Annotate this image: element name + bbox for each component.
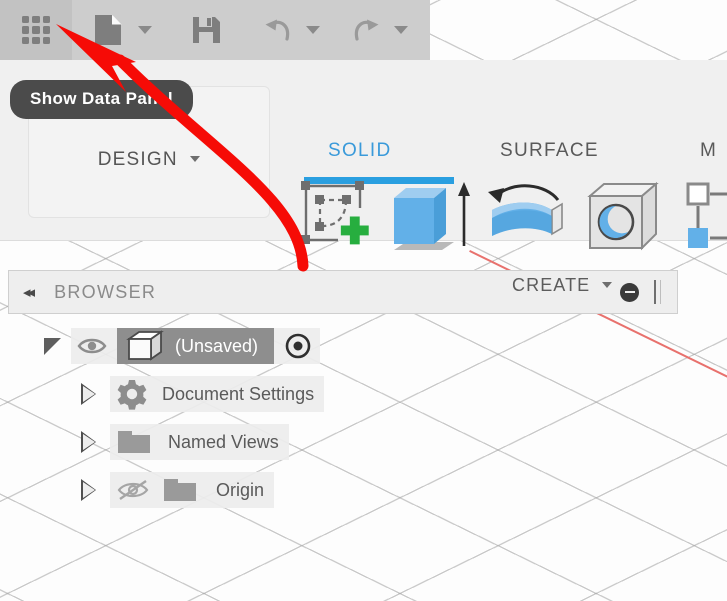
expand-triangle-icon[interactable] <box>44 337 61 355</box>
folder-icon <box>164 479 196 501</box>
undo-arrow-icon <box>265 19 290 41</box>
create-panel-label: CREATE <box>512 275 591 295</box>
redo-button[interactable] <box>344 0 388 60</box>
chevron-down-icon <box>190 156 201 162</box>
undo-dropdown[interactable] <box>300 0 326 60</box>
tree-label-unsaved: (Unsaved) <box>167 328 275 364</box>
new-file-dropdown[interactable] <box>132 0 158 60</box>
focus-target-button[interactable] <box>274 332 320 360</box>
extrude-icon <box>394 182 470 250</box>
eye-icon <box>77 338 107 354</box>
tree-label-named-views: Named Views <box>168 431 279 452</box>
target-focus-icon <box>285 333 311 359</box>
expand-triangle-icon[interactable] <box>81 383 96 405</box>
minus-circle-icon[interactable] <box>620 282 639 302</box>
save-button[interactable] <box>182 0 230 60</box>
tab-solid[interactable]: SOLID <box>328 140 392 162</box>
create-sketch-button[interactable] <box>298 178 376 261</box>
tree-row-named-views[interactable]: Named Views <box>0 418 500 466</box>
construct-icon <box>686 182 727 248</box>
extrude-button[interactable] <box>388 178 472 265</box>
visibility-toggle[interactable] <box>110 478 156 502</box>
tree-label-origin: Origin <box>216 479 265 500</box>
expand-triangle-icon[interactable] <box>81 479 96 501</box>
tree-row-origin[interactable]: Origin <box>0 466 500 514</box>
chevron-down-icon <box>394 26 408 34</box>
grid-icon <box>22 16 50 44</box>
workspace-label: DESIGN <box>97 149 178 170</box>
tree-row-document-settings[interactable]: Document Settings <box>0 370 500 418</box>
tooltip-show-data-panel: Show Data Panel <box>10 80 193 119</box>
save-floppy-icon <box>193 17 220 43</box>
tree-label-document-settings: Document Settings <box>162 383 315 404</box>
redo-arrow-icon <box>354 19 379 41</box>
construct-button[interactable] <box>684 178 727 259</box>
chevron-down-icon <box>602 282 613 288</box>
chevron-down-icon <box>138 26 152 34</box>
redo-dropdown[interactable] <box>388 0 414 60</box>
quick-access-toolbar <box>0 0 430 60</box>
show-data-panel-button[interactable] <box>0 0 72 60</box>
hole-button[interactable] <box>584 178 666 261</box>
workspace-switcher[interactable]: DESIGN <box>29 149 269 171</box>
eye-hidden-icon <box>117 480 149 500</box>
browser-title: BROWSER <box>54 281 157 302</box>
gear-icon <box>117 380 147 410</box>
folder-icon <box>118 431 150 453</box>
file-new-icon <box>95 15 122 45</box>
visibility-toggle[interactable] <box>71 336 117 356</box>
sweep-hole-icon <box>587 181 659 251</box>
tree-row-unsaved[interactable]: (Unsaved) <box>0 322 500 370</box>
revolve-icon <box>488 184 563 236</box>
browser-tree: (Unsaved) Document Settings Named Views … <box>0 322 500 514</box>
panel-resize-handle[interactable] <box>654 280 661 304</box>
tab-surface[interactable]: SURFACE <box>500 140 599 162</box>
document-cube-icon <box>126 330 164 361</box>
revolve-button[interactable] <box>484 178 570 261</box>
chevron-down-icon <box>306 26 320 34</box>
expand-triangle-icon[interactable] <box>81 431 96 453</box>
create-sketch-icon <box>301 181 369 245</box>
undo-button[interactable] <box>256 0 300 60</box>
new-file-button[interactable] <box>84 0 132 60</box>
collapse-left-icon[interactable]: ◂◂ <box>23 285 35 300</box>
tab-mesh[interactable]: M <box>700 140 717 162</box>
create-panel-dropdown[interactable]: CREATE <box>512 275 613 296</box>
